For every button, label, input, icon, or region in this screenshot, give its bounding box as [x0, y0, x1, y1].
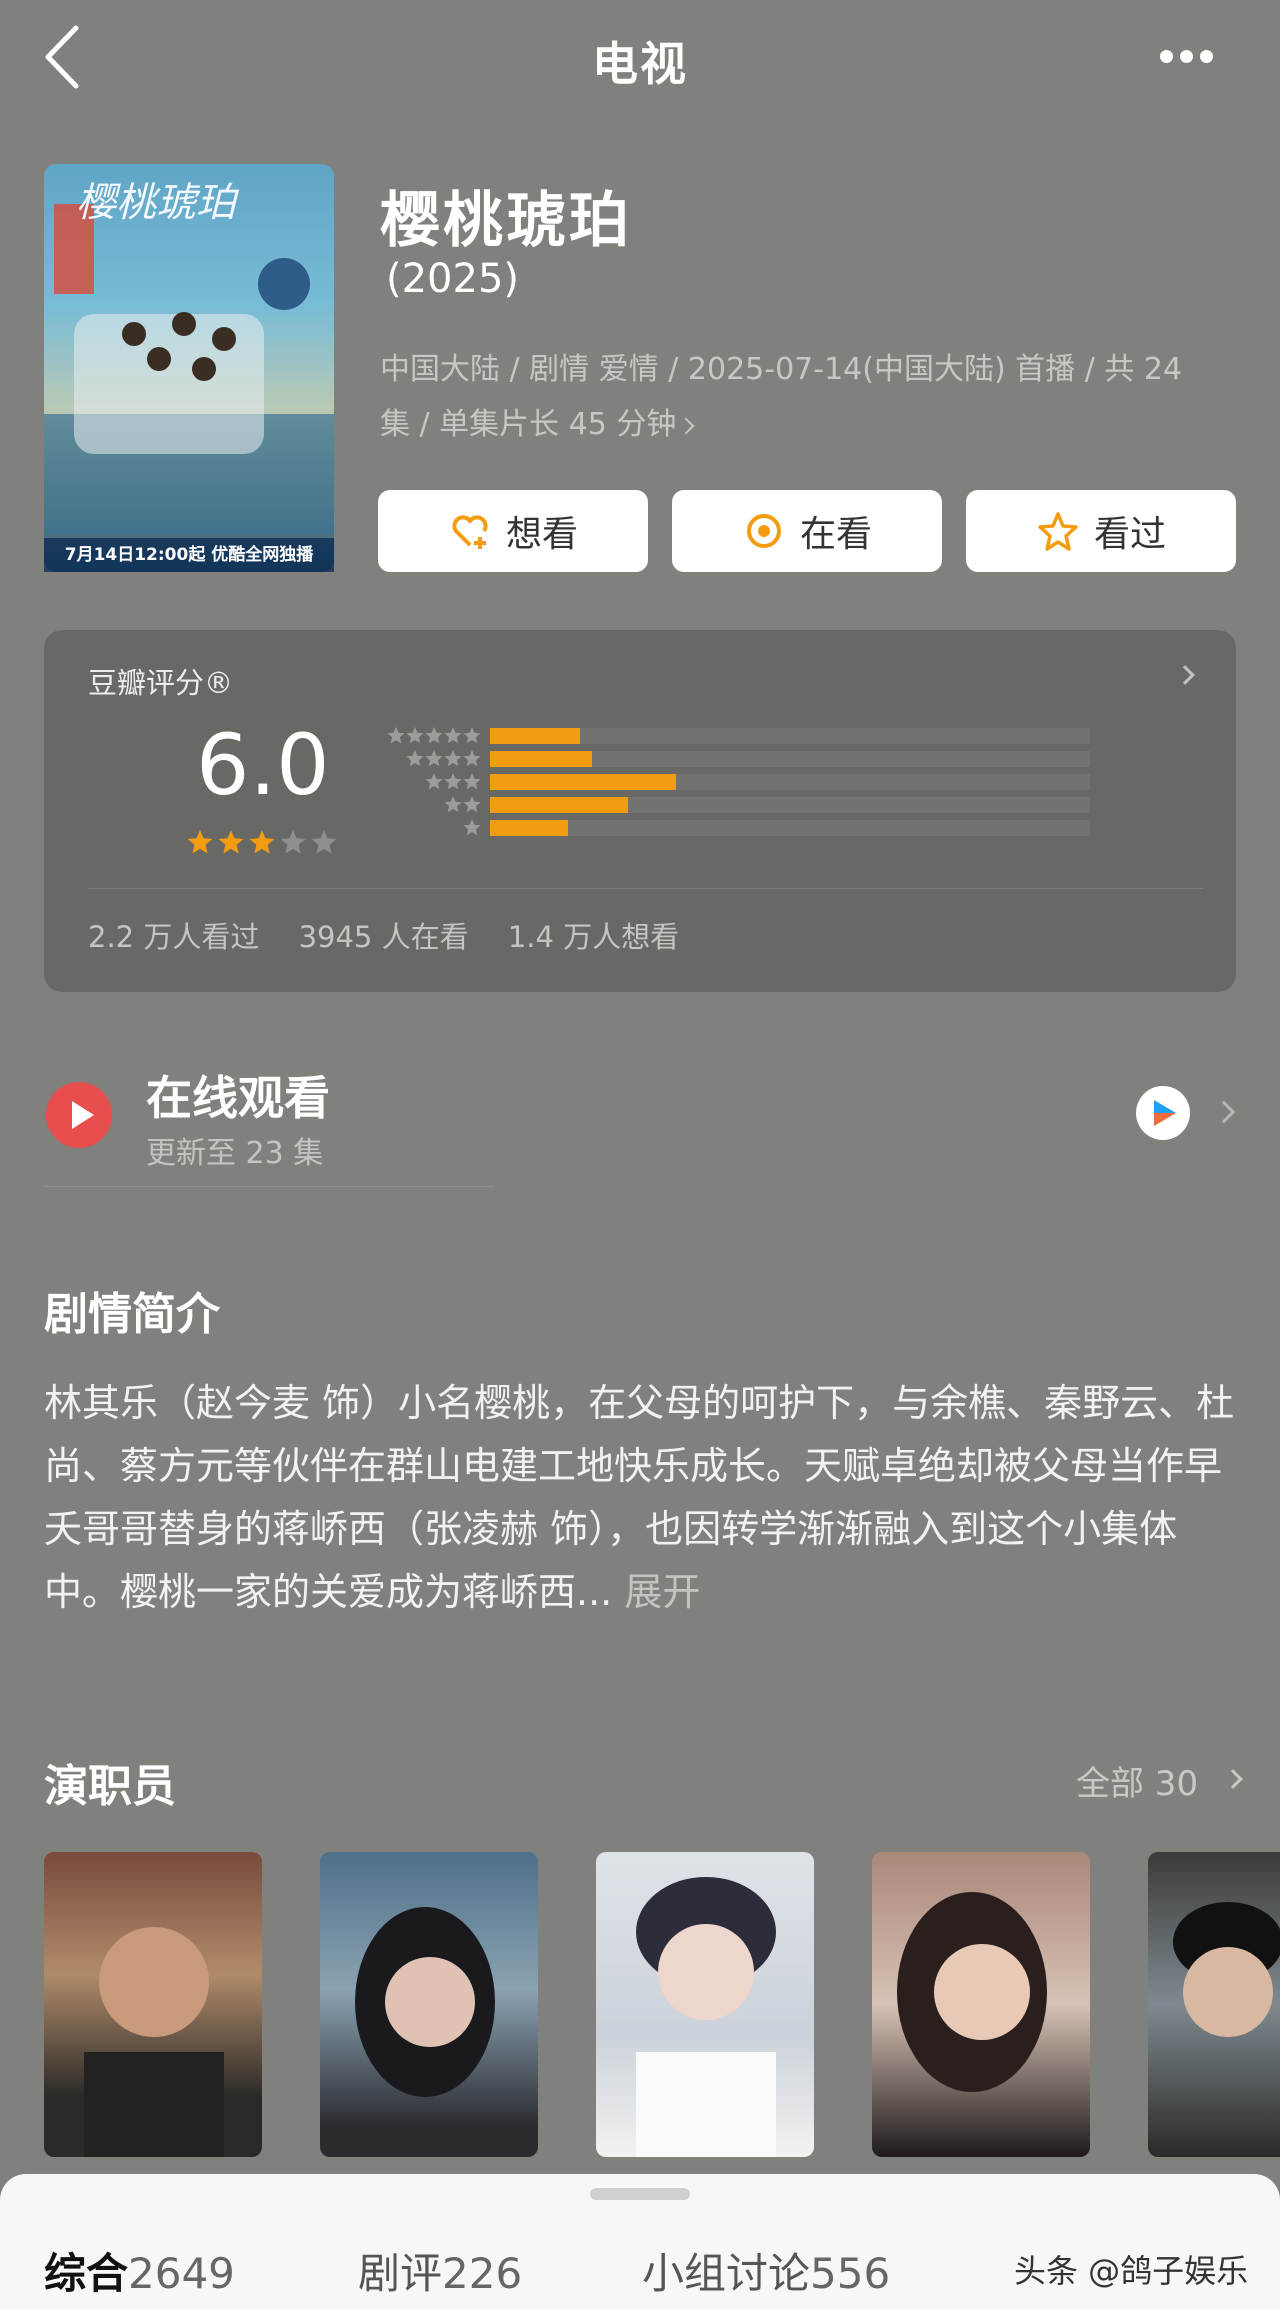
cast-photo [897, 1892, 1047, 2092]
wish-count: 1.4 万人想看 [507, 920, 680, 954]
expand-link[interactable]: 展开 [624, 1570, 700, 1614]
show-title: 樱桃琥珀 [380, 186, 632, 256]
distribution-star-icon [425, 750, 443, 767]
heart-plus-icon [452, 515, 488, 549]
tab-count: 2649 [128, 2249, 235, 2298]
rating-score: 6.0 [196, 716, 330, 814]
watched-count: 2.2 万人看过 [88, 920, 260, 954]
distribution-star-icon [463, 773, 480, 790]
watched-label: 看过 [1093, 514, 1166, 555]
watch-subtitle: 更新至 23 集 [146, 1136, 324, 1171]
star-icon [1038, 512, 1078, 551]
sheet-handle[interactable] [590, 2188, 690, 2200]
distribution-star-icon [463, 750, 480, 767]
show-meta[interactable]: 中国大陆 / 剧情 爱情 / 2025-07-14(中国大陆) 首播 / 共 2… [380, 342, 1230, 452]
rating-label: 豆瓣评分® [88, 666, 234, 700]
cast-title: 演职员 [44, 1761, 176, 1812]
star-filled-icon [249, 830, 275, 854]
show-meta-line2: 集 / 单集片长 45 分钟 [380, 407, 677, 442]
tab-label: 小组讨论 [642, 2249, 811, 2298]
rating-bar-5-star [490, 728, 580, 744]
watching-icon [746, 514, 781, 548]
page-title: 电视 [592, 37, 688, 91]
cast-photo [1173, 1902, 1280, 2037]
divider [44, 1186, 494, 1187]
chevron-right-icon[interactable] [1223, 1769, 1243, 1789]
rating-bar-3-star [490, 774, 676, 790]
star-empty-icon [311, 830, 337, 854]
distribution-star-icon [425, 773, 443, 790]
rating-stats: 2.2 万人看过 3945 人在看 1.4 万人想看 [88, 914, 709, 956]
youku-icon[interactable] [1136, 1086, 1190, 1140]
want-to-watch-button[interactable]: 想看 [378, 490, 648, 572]
watermark: 头条 @鸽子娱乐 [1014, 2252, 1249, 2290]
distribution-star-icon [463, 727, 480, 744]
rating-divider [88, 888, 1203, 889]
rating-bar-4-star [490, 751, 592, 767]
star-filled-icon [218, 830, 244, 854]
cast-photo [84, 1927, 224, 2157]
chevron-right-icon [677, 417, 695, 434]
distribution-star-icon [406, 750, 424, 767]
tab-label: 综合 [44, 2249, 129, 2298]
watching-button[interactable]: 在看 [672, 490, 942, 572]
distribution-star-icon [463, 796, 480, 813]
cast-photo [355, 1907, 495, 2097]
cast-card-3[interactable] [596, 1852, 814, 2157]
tab-reviews[interactable]: 剧评226 [358, 2240, 522, 2301]
poster-logo: 樱桃琥珀 [76, 180, 236, 226]
watch-title: 在线观看 [146, 1071, 330, 1125]
distribution-star-icon [463, 819, 480, 836]
tab-label: 剧评 [358, 2249, 443, 2298]
want-to-watch-label: 想看 [505, 514, 578, 555]
cast-all-link[interactable]: 全部 30 [1076, 1756, 1198, 1805]
tab-group-discussion[interactable]: 小组讨论556 [642, 2240, 890, 2301]
cast-photo [636, 1877, 776, 2157]
distribution-star-icon [444, 773, 462, 790]
watching-label: 在看 [799, 514, 872, 555]
synopsis-text: 林其乐（赵今麦 饰）小名樱桃，在父母的呵护下，与余樵、秦野云、杜尚、蔡方元等伙伴… [44, 1372, 1244, 1624]
show-year: (2025) [386, 256, 520, 302]
more-dots-icon[interactable] [1160, 48, 1224, 68]
distribution-star-icon [444, 796, 462, 813]
watched-button[interactable]: 看过 [966, 490, 1236, 572]
tab-overview[interactable]: 综合2649 [44, 2240, 235, 2301]
distribution-star-icon [444, 750, 462, 767]
watching-count: 3945 人在看 [298, 920, 469, 954]
synopsis-title: 剧情简介 [44, 1289, 220, 1340]
play-icon [46, 1082, 112, 1148]
distribution-star-icon [425, 727, 443, 744]
star-filled-icon [187, 830, 213, 854]
distribution-star-icon [406, 727, 424, 744]
rating-bar-track [490, 728, 1090, 744]
cast-card-5[interactable] [1148, 1852, 1280, 2157]
cast-card-4[interactable] [872, 1852, 1090, 2157]
show-meta-line1: 中国大陆 / 剧情 爱情 / 2025-07-14(中国大陆) 首播 / 共 2… [380, 352, 1183, 387]
cast-card-2[interactable] [320, 1852, 538, 2157]
rating-bar-track [490, 820, 1090, 836]
star-empty-icon [280, 830, 306, 854]
tab-count: 556 [810, 2249, 891, 2298]
rating-bar-2-star [490, 797, 628, 813]
rating-bar-1-star [490, 820, 568, 836]
poster-caption: 7月14日12:00起 优酷全网独播 [44, 538, 334, 572]
cast-card-1[interactable] [44, 1852, 262, 2157]
distribution-star-icon [387, 727, 405, 744]
rating-distribution-stars [387, 727, 480, 836]
distribution-star-icon [444, 727, 462, 744]
tab-count: 226 [442, 2249, 523, 2298]
rating-stars [187, 830, 337, 854]
